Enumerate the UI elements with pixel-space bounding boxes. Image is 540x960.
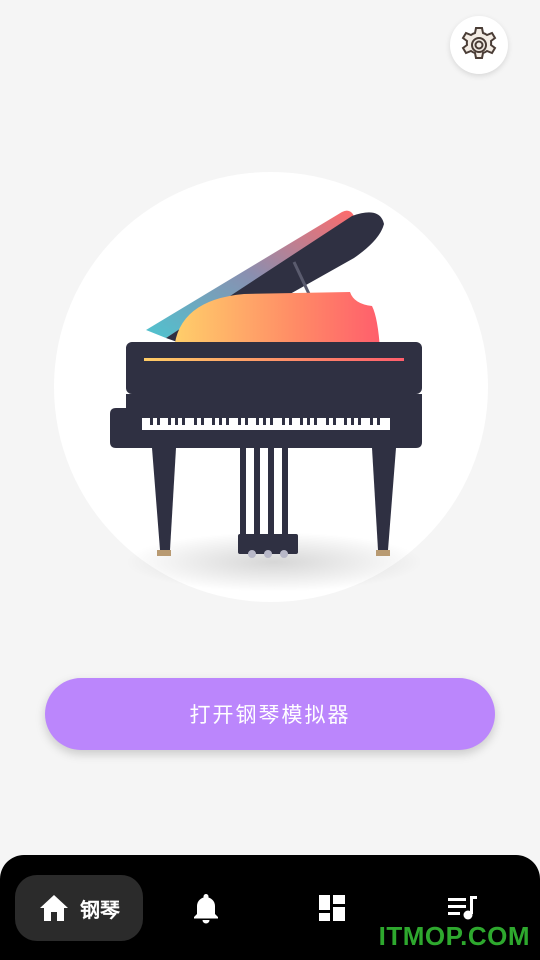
nav-item-notifications[interactable] — [180, 875, 232, 941]
settings-button[interactable] — [450, 16, 508, 74]
gear-icon — [461, 27, 497, 59]
bell-icon — [194, 894, 218, 924]
nav-item-piano[interactable]: 钢琴 — [15, 875, 143, 941]
home-icon — [40, 895, 68, 921]
nav-item-dashboard[interactable] — [306, 875, 358, 941]
grand-piano-image — [110, 210, 422, 558]
open-piano-simulator-label: 打开钢琴模拟器 — [189, 703, 351, 727]
playlist-icon — [448, 896, 477, 920]
nav-item-piano-label: 钢琴 — [80, 897, 120, 922]
open-piano-simulator-button[interactable]: 打开钢琴模拟器 — [45, 678, 495, 750]
hero-illustration — [54, 172, 488, 602]
dashboard-icon — [319, 895, 345, 921]
watermark: ITMOP.COM — [378, 921, 530, 951]
